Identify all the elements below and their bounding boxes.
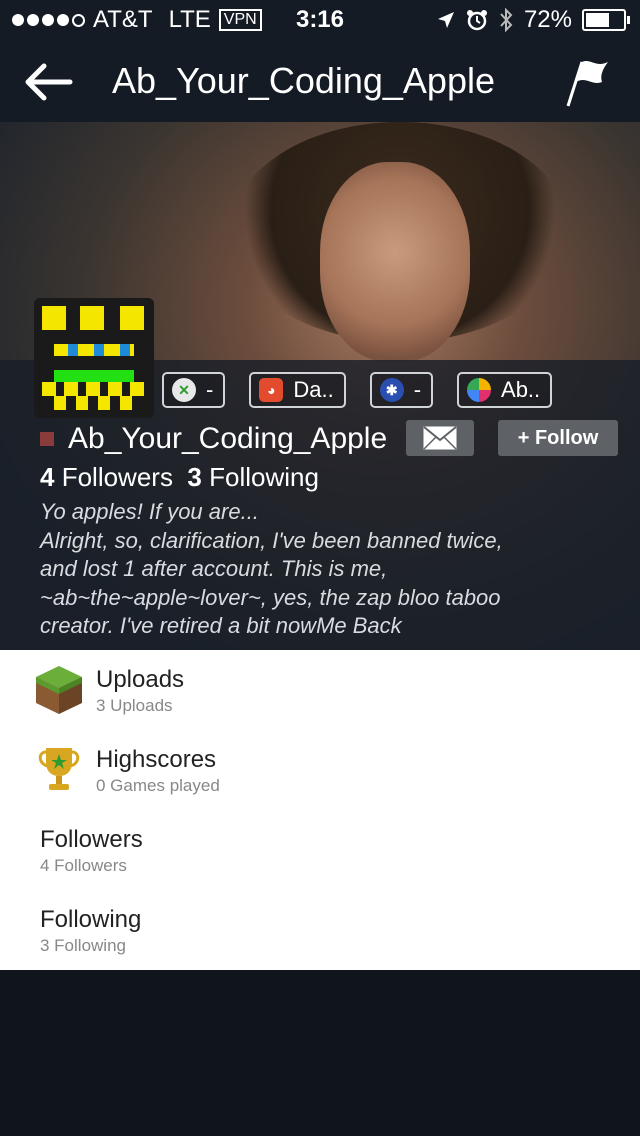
list-item-following[interactable]: Following 3 Following <box>0 890 640 970</box>
badge-playstation[interactable]: ✱ - <box>369 372 434 408</box>
list-item-subtitle: 4 Followers <box>40 856 127 875</box>
bio-line: ~ab~the~apple~lover~, yes, the zap bloo … <box>40 584 501 610</box>
list-item-subtitle: 0 Games played <box>96 776 220 795</box>
back-arrow-icon <box>25 63 73 101</box>
followers-label[interactable]: Followers <box>62 462 173 492</box>
follow-button[interactable]: + Follow <box>498 420 618 456</box>
page-title: Ab_Your_Coding_Apple <box>112 60 495 101</box>
status-indicator <box>40 432 54 446</box>
message-button[interactable] <box>406 420 474 456</box>
followers-count: 4 <box>40 462 55 492</box>
badge-xbox[interactable]: ✕ - <box>162 372 226 408</box>
list-item-followers[interactable]: Followers 4 Followers <box>0 810 640 890</box>
list-item-title: Following <box>40 906 142 933</box>
trophy-icon <box>34 744 84 796</box>
follow-counts: 4 Followers 3 Following <box>40 462 319 493</box>
navigation-bar: Ab_Your_Coding_Apple <box>0 40 640 122</box>
bio-line: and lost 1 after account. This is me, <box>40 556 388 581</box>
app-icon: ◕ <box>259 378 284 402</box>
list-item-subtitle: 3 Uploads <box>96 696 173 715</box>
profile-name-row: Ab_Your_Coding_Apple <box>40 422 387 456</box>
linked-accounts: ✕ - ◕ Da.. ✱ - Ab.. <box>162 372 553 408</box>
game-center-icon <box>467 378 492 402</box>
badge-label: Ab.. <box>501 377 541 402</box>
location-arrow-icon <box>437 12 454 28</box>
xbox-icon: ✕ <box>172 378 196 402</box>
playstation-icon: ✱ <box>379 378 404 402</box>
profile-sections-list: Uploads 3 Uploads Highscores 0 Games pla… <box>0 650 640 970</box>
battery-percent: 72% <box>523 6 572 33</box>
list-item-title: Uploads <box>96 666 185 693</box>
badge-label: - <box>206 377 214 402</box>
bio-line: Yo apples! If you are... <box>40 499 259 524</box>
list-item-highscores[interactable]: Highscores 0 Games played <box>0 730 640 810</box>
back-button[interactable] <box>20 60 76 104</box>
badge-label: - <box>413 377 422 402</box>
following-label[interactable]: Following <box>209 462 319 492</box>
following-count: 3 <box>187 462 202 492</box>
badge-label: Da.. <box>293 377 334 402</box>
grass-block-icon <box>34 664 84 716</box>
alarm-icon <box>466 10 487 31</box>
badge-game-center[interactable]: Ab.. <box>457 372 553 408</box>
bio-line: Alright, so, clarification, I've been ba… <box>40 527 503 553</box>
report-button[interactable] <box>562 54 612 108</box>
bluetooth-icon <box>500 7 513 33</box>
list-item-title: Followers <box>40 826 143 853</box>
flag-icon <box>566 61 608 107</box>
list-item-uploads[interactable]: Uploads 3 Uploads <box>0 650 640 730</box>
pixel-avatar-icon <box>34 298 154 418</box>
battery-icon <box>582 9 630 31</box>
badge-app[interactable]: ◕ Da.. <box>249 372 346 408</box>
avatar[interactable] <box>34 298 154 418</box>
mail-icon <box>423 426 457 450</box>
status-bar: AT&T LTE VPN 3:16 72% <box>0 0 640 40</box>
bio-line: creator. I've retired a bit nowMe Back <box>40 613 402 638</box>
profile-name: Ab_Your_Coding_Apple <box>68 422 388 455</box>
profile-bio: Yo apples! If you are... Alright, so, cl… <box>40 498 600 641</box>
list-item-subtitle: 3 Following <box>40 936 126 955</box>
list-item-title: Highscores <box>96 746 217 773</box>
